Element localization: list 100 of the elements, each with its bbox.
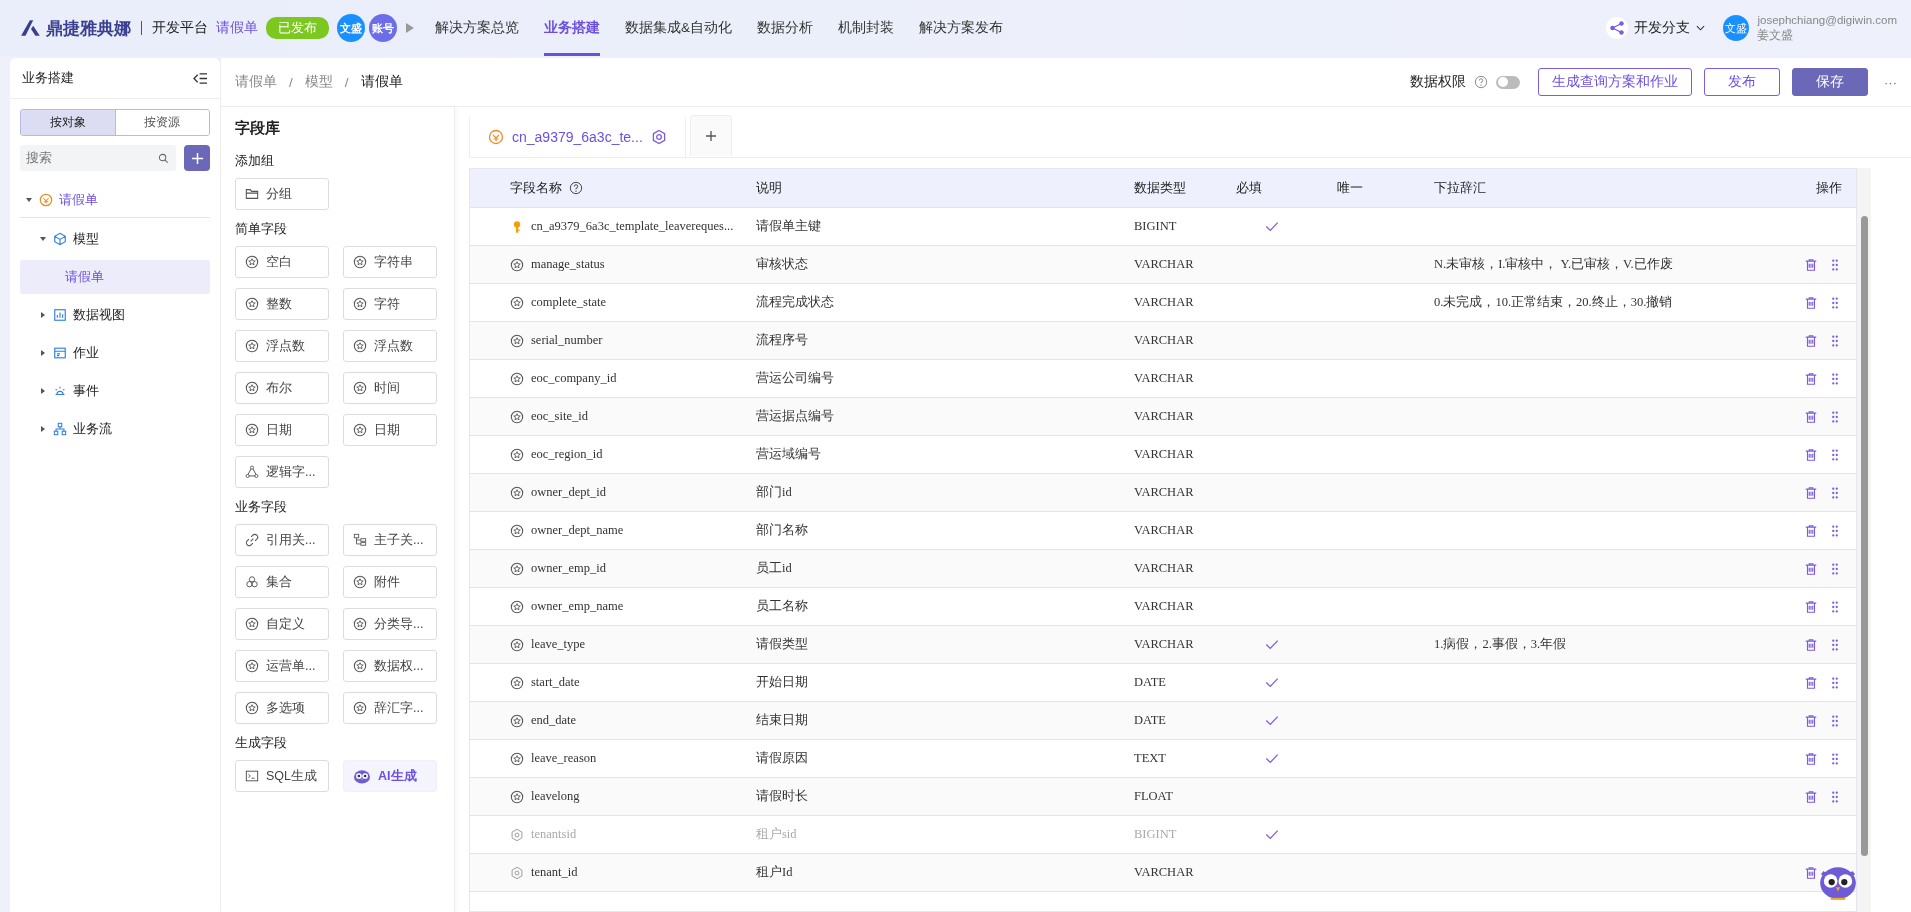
field-type-chip[interactable]: 数据权... (343, 650, 437, 682)
delete-icon[interactable] (1804, 865, 1818, 880)
section-title: 生成字段 (235, 734, 288, 752)
field-type-chip[interactable]: AI生成 (343, 760, 437, 792)
field-icon (245, 423, 259, 437)
delete-icon[interactable] (1804, 257, 1818, 272)
nav-tab[interactable]: 数据分析 (757, 0, 813, 56)
scrollbar[interactable] (1857, 168, 1871, 912)
field-type-chip[interactable]: 时间 (343, 372, 437, 404)
field-type-chip[interactable]: 整数 (235, 288, 329, 320)
delete-icon[interactable] (1804, 485, 1818, 500)
field-type-chip[interactable]: 主子关... (343, 524, 437, 556)
delete-icon[interactable] (1804, 599, 1818, 614)
field-type-chip[interactable]: 多选项 (235, 692, 329, 724)
breadcrumb-separator: / (344, 74, 349, 90)
table-cell-text: VARCHAR (1134, 295, 1195, 310)
tree-item[interactable]: 请假单 (20, 183, 210, 218)
help-icon[interactable] (569, 181, 583, 195)
table-cell-text: DATE (1134, 675, 1167, 690)
delete-icon[interactable] (1804, 295, 1818, 310)
branch-dropdown[interactable]: 开发分支 (1606, 17, 1706, 39)
delete-icon[interactable] (1804, 523, 1818, 538)
field-type-chip[interactable]: 引用关... (235, 524, 329, 556)
delete-icon[interactable] (1804, 409, 1818, 424)
caret-icon (39, 311, 47, 319)
collapse-icon[interactable] (193, 71, 208, 85)
delete-icon[interactable] (1804, 713, 1818, 728)
field-type-chip[interactable]: 辞汇字... (343, 692, 437, 724)
table-cell-text: FLOAT (1134, 789, 1174, 804)
more-button[interactable]: ··· (1884, 74, 1897, 90)
field-type-chip[interactable]: 集合 (235, 566, 329, 598)
search-field[interactable]: 搜索 (20, 145, 176, 171)
tree-item[interactable]: 事件 (34, 374, 210, 408)
nav-tab[interactable]: 解决方案总览 (435, 0, 519, 56)
field-type-chip[interactable]: 空白 (235, 246, 329, 278)
breadcrumb-item[interactable]: 模型 (304, 73, 333, 91)
field-type-chip[interactable]: 附件 (343, 566, 437, 598)
delete-icon[interactable] (1804, 561, 1818, 576)
field-name: manage_status (531, 257, 605, 272)
field-icon (510, 447, 524, 462)
tree-item[interactable]: 作业 (34, 336, 210, 370)
delete-icon[interactable] (1804, 371, 1818, 386)
toolbar-button[interactable]: 保存 (1792, 68, 1868, 96)
field-type-chip[interactable]: 日期 (343, 414, 437, 446)
field-type-chip[interactable]: 分类导... (343, 608, 437, 640)
field-type-chip[interactable]: 字符串 (343, 246, 437, 278)
form-icon (53, 346, 67, 360)
segment-tab[interactable]: 按对象 (21, 110, 115, 135)
delete-icon[interactable] (1804, 789, 1818, 804)
nav-tab[interactable]: 解决方案发布 (919, 0, 1003, 56)
field-icon (510, 751, 524, 766)
delete-icon[interactable] (1804, 447, 1818, 462)
link-icon (245, 533, 259, 547)
nav-tab[interactable]: 数据集成&自动化 (625, 0, 732, 56)
tree-item[interactable]: 模型 (34, 222, 210, 256)
field-type-chip[interactable]: 自定义 (235, 608, 329, 640)
gear-icon (510, 827, 524, 842)
settings-icon[interactable] (650, 129, 667, 145)
field-type-chip[interactable]: 日期 (235, 414, 329, 446)
table-cell-text: VARCHAR (1134, 865, 1195, 880)
delete-icon[interactable] (1804, 637, 1818, 652)
gear-icon (510, 865, 524, 880)
field-type-chip[interactable]: SQL生成 (235, 760, 329, 792)
table-cell-text: 部门id (756, 484, 793, 501)
model-tab[interactable]: cn_a9379_6a3c_te... (469, 115, 686, 157)
column-header: 操作 (1815, 179, 1843, 197)
field-type-chip[interactable]: 布尔 (235, 372, 329, 404)
nav-tab[interactable]: 机制封装 (838, 0, 894, 56)
field-icon (245, 255, 259, 269)
tree-item[interactable]: 请假单 (20, 260, 210, 294)
field-name: end_date (531, 713, 577, 728)
field-type-chip[interactable]: 运营单... (235, 650, 329, 682)
toolbar-button[interactable]: 发布 (1704, 68, 1780, 96)
table-cell-text: VARCHAR (1134, 523, 1195, 538)
help-icon[interactable] (1474, 75, 1488, 89)
avatar[interactable]: 账号 (369, 14, 397, 42)
add-button[interactable] (184, 145, 210, 171)
hierarchy-icon (353, 533, 367, 547)
field-name: eoc_region_id (531, 447, 603, 462)
search-icon (158, 152, 169, 164)
tree-item[interactable]: 数据视图 (34, 298, 210, 332)
permission-toggle[interactable] (1496, 75, 1520, 89)
toolbar-button[interactable]: 生成查询方案和作业 (1538, 68, 1692, 96)
field-type-chip[interactable]: 浮点数 (235, 330, 329, 362)
delete-icon[interactable] (1804, 675, 1818, 690)
field-icon (353, 297, 367, 311)
table-cell-text: 流程序号 (756, 332, 809, 349)
field-type-chip[interactable]: 浮点数 (343, 330, 437, 362)
segment-tab[interactable]: 按资源 (114, 110, 209, 135)
delete-icon[interactable] (1804, 751, 1818, 766)
field-type-chip[interactable]: 分组 (235, 178, 329, 210)
field-icon (245, 701, 259, 715)
field-type-chip[interactable]: 字符 (343, 288, 437, 320)
breadcrumb-item[interactable]: 请假单 (235, 73, 277, 91)
table-cell-text: 租户sid (756, 826, 798, 843)
field-type-chip[interactable]: 逻辑字... (235, 456, 329, 488)
delete-icon[interactable] (1804, 333, 1818, 348)
tree-item[interactable]: 业务流 (34, 412, 210, 446)
field-name: eoc_site_id (531, 409, 588, 424)
play-icon[interactable] (405, 22, 415, 34)
